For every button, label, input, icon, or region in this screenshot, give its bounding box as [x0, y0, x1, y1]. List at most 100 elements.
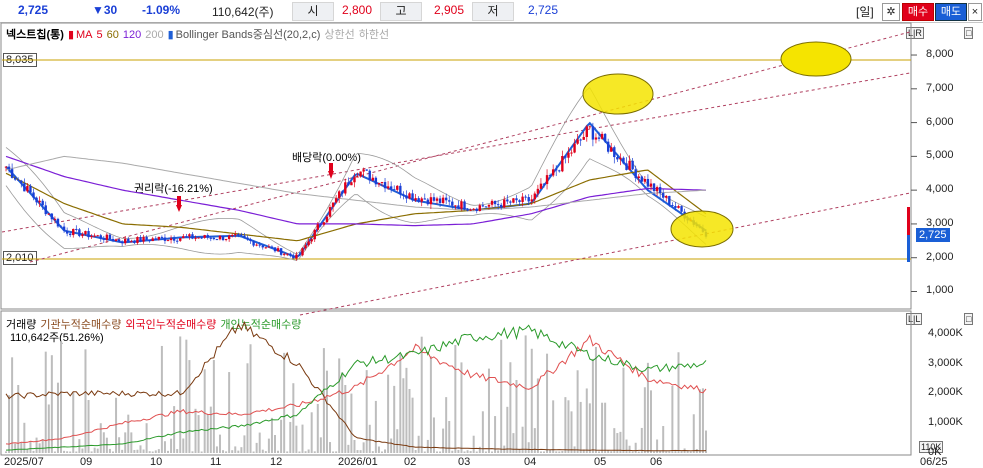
volume-bar [524, 335, 527, 453]
volume-bar [84, 349, 87, 453]
candle-body [59, 226, 63, 228]
candle-body [276, 248, 280, 252]
upper-level-tag: 8,035 [3, 53, 37, 67]
candle-body [20, 180, 23, 184]
candle-body [304, 245, 307, 249]
candle-body [56, 218, 60, 227]
volume-bar [325, 370, 328, 453]
maximize-icon[interactable]: □ [964, 313, 974, 325]
volume-bar [436, 451, 439, 453]
volume-scale-toggle[interactable]: L|L [906, 313, 923, 325]
volume-bar [362, 442, 365, 453]
volume-bar [518, 449, 521, 453]
price-scale-toggle[interactable]: L|R [906, 27, 924, 39]
volume-bar [491, 451, 494, 453]
candle-body [386, 186, 390, 189]
ma60-label: 60 [106, 29, 119, 41]
volume-bar [197, 415, 200, 453]
candle-body [237, 234, 240, 236]
volume-bar [530, 348, 533, 453]
volume-bar [558, 451, 561, 453]
volume-bar [484, 451, 487, 453]
volume-bar [567, 400, 570, 453]
candle-body [90, 235, 93, 238]
sell-button[interactable]: 매도 [935, 3, 967, 21]
candle-body [588, 126, 592, 128]
high-label: 고 [380, 2, 422, 21]
candle-body [463, 201, 466, 210]
volume-bar [139, 445, 142, 453]
volume-bar [478, 446, 481, 453]
bollinger-upper-line [5, 87, 707, 255]
volume-bar [225, 451, 228, 453]
volume-bar [533, 428, 536, 453]
candle-body [111, 238, 115, 241]
close-icon[interactable]: × [968, 3, 982, 21]
candle-body [451, 201, 454, 206]
volume-bar [237, 450, 240, 453]
candle-body [603, 133, 607, 142]
volume-bar [494, 416, 497, 453]
candle-body [215, 239, 219, 241]
candle-body [420, 198, 423, 202]
candle-body [597, 137, 601, 139]
volume-bar [619, 431, 622, 453]
candle-body [509, 201, 512, 203]
bollinger-band [5, 87, 707, 261]
settings-icon[interactable]: ✲ [882, 3, 900, 21]
volume-bar [304, 451, 307, 453]
candle-body [289, 253, 292, 256]
foreign-line [5, 334, 707, 445]
candle-body [610, 147, 613, 152]
volume-bar [81, 448, 84, 453]
candle-body [35, 197, 38, 203]
candle-body [227, 235, 231, 240]
buy-button[interactable]: 매수 [902, 3, 934, 21]
volume-bar [539, 451, 542, 453]
candle-body [240, 234, 243, 236]
volume-bar [130, 432, 133, 453]
candle-body [594, 137, 598, 140]
volume-bar [127, 414, 130, 453]
candle-body [212, 237, 216, 240]
volume-bar [60, 341, 63, 453]
peak-highlight [582, 73, 654, 115]
candle-body [414, 198, 417, 201]
investor-lines [5, 320, 707, 452]
volume-bar [656, 439, 659, 453]
volume-bar [536, 378, 539, 453]
volume-bar [289, 421, 292, 453]
volume-bar [414, 450, 417, 453]
candle-body [680, 206, 683, 212]
x-tick: 03 [458, 456, 471, 468]
volume-bar [53, 451, 56, 453]
volume-bar [616, 433, 619, 453]
candle-body [133, 241, 136, 244]
candle-body [551, 169, 555, 176]
volume-bar [610, 451, 613, 453]
volume-bar [29, 441, 32, 453]
candle-body [573, 143, 576, 153]
candle-body [75, 228, 78, 230]
x-tick: 2026/01 [338, 456, 378, 468]
candle-body [350, 182, 353, 186]
volume-bar [506, 406, 509, 453]
candle-body [481, 205, 485, 207]
candle-body [197, 237, 200, 239]
trend-line-mid [1, 72, 911, 233]
volume-bar [35, 437, 38, 453]
maximize-icon[interactable]: □ [964, 27, 974, 39]
candle-body [7, 166, 11, 170]
rights-arrow [176, 196, 182, 212]
ma200-label: 200 [145, 29, 164, 41]
candle-body [585, 126, 588, 138]
stock-chart [0, 22, 917, 456]
period-selector[interactable]: [일] [856, 3, 874, 20]
candle-body [188, 234, 191, 237]
volume-bar [142, 449, 145, 453]
candle-body [417, 198, 420, 202]
trend-line-upper [29, 31, 911, 263]
range-bar-up [907, 207, 910, 235]
stock-name[interactable]: 넥스트칩(통) [6, 29, 64, 41]
candle-body [182, 236, 185, 239]
